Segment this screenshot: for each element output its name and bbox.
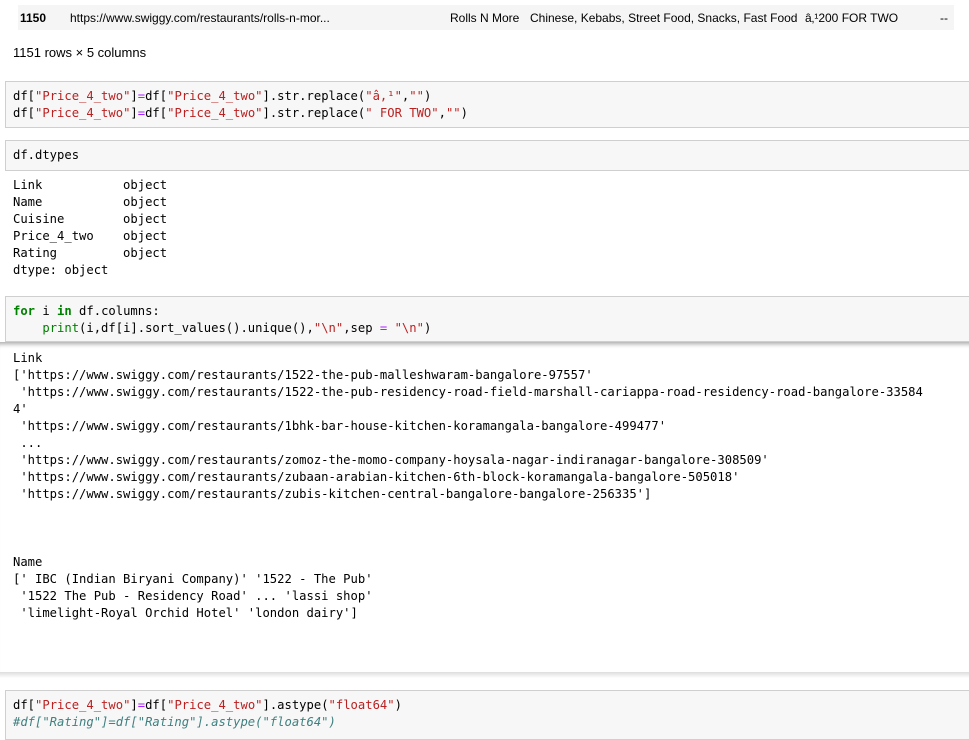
cell-link: https://www.swiggy.com/restaurants/rolls… bbox=[70, 11, 330, 25]
unique-output: Link ['https://www.swiggy.com/restaurant… bbox=[13, 351, 923, 676]
cell-cuisine: Chinese, Kebabs, Street Food, Snacks, Fa… bbox=[530, 11, 798, 25]
code-cell-replace[interactable]: df["Price_4_two"]=df["Price_4_two"].str.… bbox=[5, 81, 969, 128]
row-index: 1150 bbox=[20, 11, 47, 25]
table-shape: 1151 rows × 5 columns bbox=[13, 45, 147, 60]
code-cell-dtypes[interactable]: df.dtypes bbox=[5, 140, 969, 171]
table-row: 1150 https://www.swiggy.com/restaurants/… bbox=[18, 5, 954, 30]
dtypes-output: Link object Name object Cuisine object P… bbox=[13, 178, 168, 277]
code-cell-unique[interactable]: for i in df.columns: print(i,df[i].sort_… bbox=[5, 296, 969, 342]
cell-rating: -- bbox=[940, 11, 948, 25]
output-scroll-area[interactable]: Link ['https://www.swiggy.com/restaurant… bbox=[0, 342, 969, 676]
scroll-edge bbox=[0, 672, 969, 678]
cell-name: Rolls N More bbox=[450, 11, 520, 25]
cell-price: â‚¹200 FOR TWO bbox=[805, 11, 899, 25]
